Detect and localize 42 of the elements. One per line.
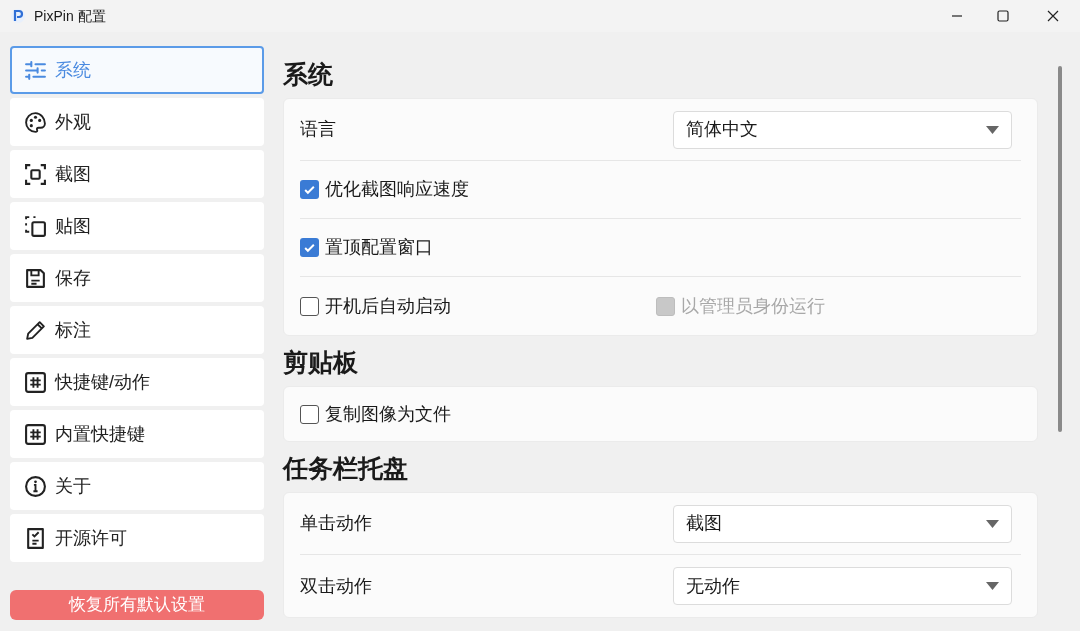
scrollbar-thumb[interactable]	[1058, 66, 1062, 432]
section-heading: 任务栏托盘	[283, 453, 409, 484]
checkbox[interactable]: 复制图像为文件	[300, 400, 451, 428]
dropdown[interactable]: 无动作	[673, 567, 1012, 605]
app-logo-icon	[10, 8, 26, 24]
sidebar-item[interactable]: 贴图	[10, 202, 264, 250]
checkmark-icon	[303, 183, 316, 196]
sliders-icon	[24, 58, 47, 82]
save-icon	[24, 266, 47, 290]
pencil-icon	[24, 318, 47, 342]
hash-key-icon	[24, 422, 47, 446]
hash-key-icon	[24, 370, 47, 394]
sidebar-item[interactable]: 外观	[10, 98, 264, 146]
close-icon	[1047, 10, 1059, 22]
pin-window-icon	[24, 214, 47, 238]
screenshot-frame-icon	[24, 162, 47, 186]
setting-label: 双击动作	[300, 574, 373, 598]
checklist-icon	[24, 526, 47, 550]
maximize-icon	[997, 10, 1009, 22]
setting-label: 单击动作	[300, 512, 373, 535]
checkbox[interactable]: 开机后自动启动	[300, 292, 656, 320]
checkmark-icon	[303, 241, 316, 254]
sidebar-item[interactable]: 保存	[10, 254, 264, 302]
caret-icon	[986, 582, 999, 590]
section-heading: 系统	[283, 59, 334, 90]
checkbox[interactable]: 优化截图响应速度	[300, 176, 469, 203]
sidebar-item[interactable]: 快捷键/动作	[10, 358, 264, 406]
section-heading: 剪贴板	[283, 347, 359, 378]
window-title: PixPin 配置	[34, 6, 106, 26]
caret-icon	[986, 519, 999, 528]
sidebar-item[interactable]: 关于	[10, 462, 264, 510]
sidebar-item[interactable]: 标注	[10, 306, 264, 354]
checkbox[interactable]: 置顶配置窗口	[300, 234, 433, 261]
caret-icon	[986, 125, 999, 134]
dropdown[interactable]: 简体中文	[673, 110, 1012, 149]
sidebar-item[interactable]: 内置快捷键	[10, 410, 264, 458]
sidebar-item[interactable]: 开源许可	[10, 514, 264, 562]
info-icon	[24, 474, 47, 498]
sidebar-item[interactable]: 截图	[10, 150, 264, 198]
dropdown[interactable]: 截图	[673, 504, 1012, 543]
palette-icon	[24, 110, 47, 134]
setting-label: 语言	[300, 118, 337, 141]
